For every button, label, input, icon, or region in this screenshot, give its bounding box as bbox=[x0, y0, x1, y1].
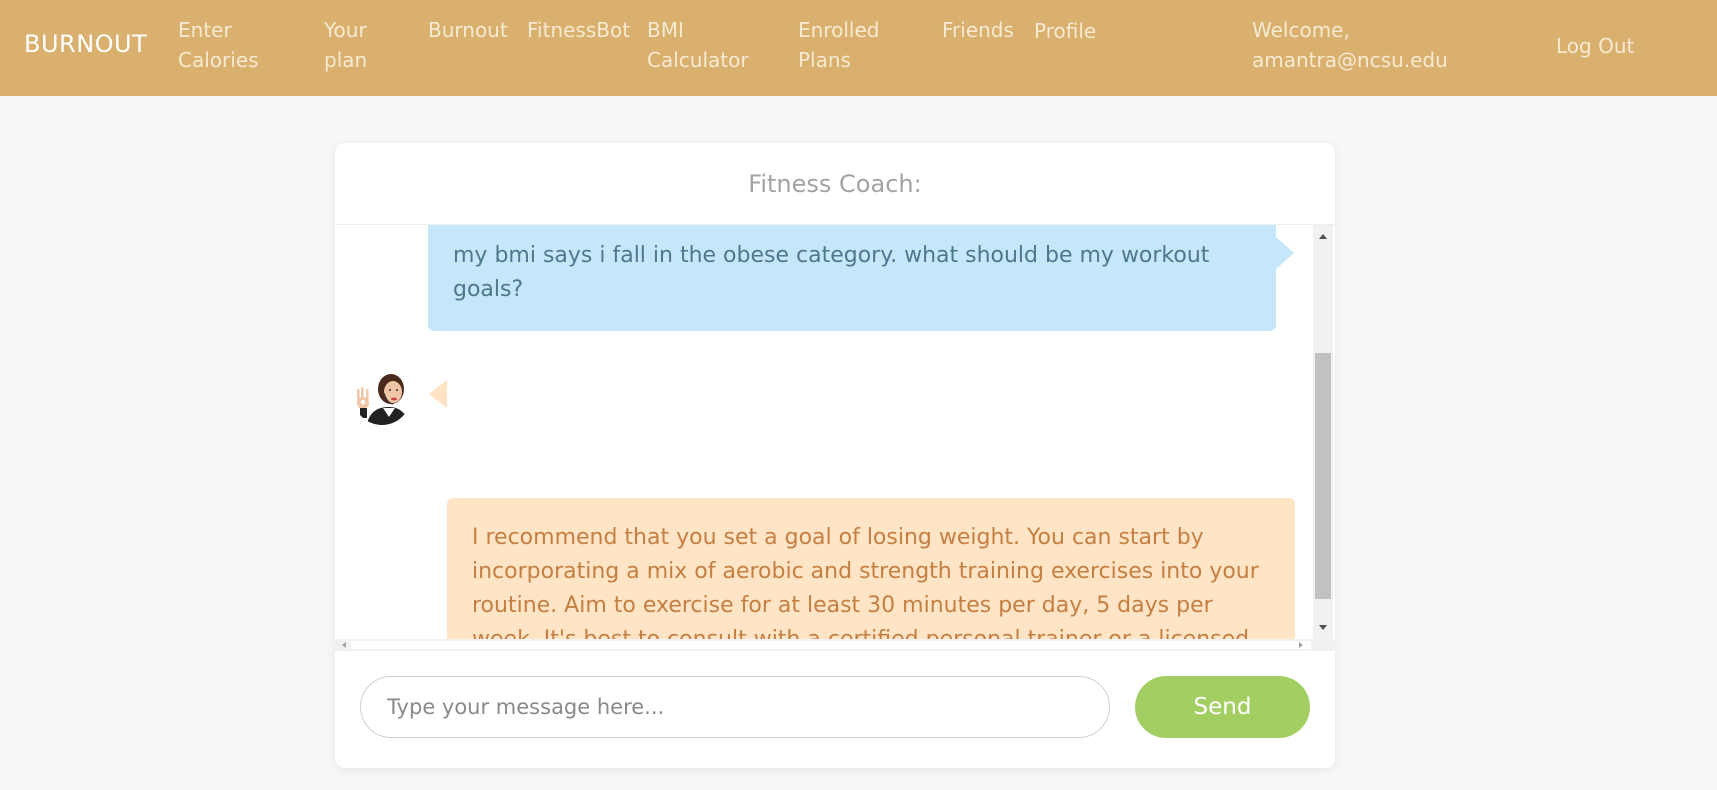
nav-link-fitnessbot[interactable]: FitnessBot bbox=[527, 15, 630, 45]
scrollbar-thumb[interactable] bbox=[1315, 353, 1331, 599]
scroll-down-arrow-icon[interactable] bbox=[1319, 625, 1327, 630]
chat-input-area: Send bbox=[335, 651, 1335, 768]
nav-link-profile[interactable]: Profile bbox=[1034, 16, 1096, 46]
scroll-up-arrow-icon[interactable] bbox=[1319, 234, 1327, 239]
chat-card: Fitness Coach: my bmi says i fall in the… bbox=[335, 143, 1335, 768]
scroll-left-arrow-icon[interactable] bbox=[342, 642, 346, 648]
send-button[interactable]: Send bbox=[1135, 676, 1310, 738]
scroll-right-arrow-icon[interactable] bbox=[1299, 642, 1303, 648]
chat-horizontal-scrollbar[interactable] bbox=[335, 639, 1335, 651]
chat-title: Fitness Coach: bbox=[335, 143, 1335, 225]
chat-vertical-scrollbar[interactable] bbox=[1313, 225, 1333, 639]
logout-link[interactable]: Log Out bbox=[1556, 31, 1634, 61]
bot-bubble-tail bbox=[429, 380, 447, 408]
brand-logo-link[interactable]: BURNOUT bbox=[24, 30, 147, 58]
fitness-coach-avatar-icon bbox=[353, 367, 411, 425]
nav-link-enter-calories[interactable]: Enter Calories bbox=[178, 15, 288, 75]
welcome-user-text: Welcome, amantra@ncsu.edu bbox=[1252, 18, 1448, 72]
message-input[interactable] bbox=[360, 676, 1110, 738]
nav-link-your-plan[interactable]: Your plan bbox=[324, 15, 394, 75]
user-message-bubble: my bmi says i fall in the obese category… bbox=[428, 225, 1276, 331]
nav-link-enrolled-plans[interactable]: Enrolled Plans bbox=[798, 15, 908, 75]
nav-link-burnout[interactable]: Burnout bbox=[428, 15, 508, 45]
nav-link-bmi-calculator[interactable]: BMI Calculator bbox=[647, 15, 777, 75]
nav-link-friends[interactable]: Friends bbox=[942, 15, 1014, 45]
horizontal-scrollbar-thumb[interactable] bbox=[351, 641, 1311, 649]
user-bubble-tail bbox=[1276, 237, 1294, 269]
navbar: BURNOUT Enter Calories Your plan Burnout… bbox=[0, 0, 1717, 96]
